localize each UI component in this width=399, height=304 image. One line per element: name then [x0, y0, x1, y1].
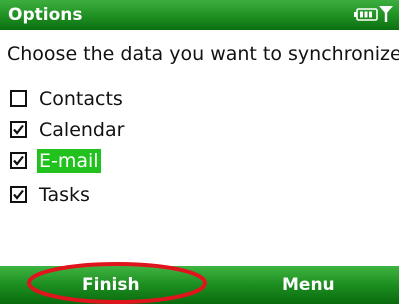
checkbox-contacts[interactable] [10, 90, 27, 107]
title-bar: Options [0, 0, 399, 30]
softkey-bar: Finish Menu [0, 266, 399, 304]
item-label-email: E-mail [37, 149, 101, 173]
signal-antenna-icon [379, 6, 393, 22]
checkmark-icon [13, 124, 24, 135]
checkbox-email[interactable] [10, 152, 27, 169]
checkbox-calendar[interactable] [10, 121, 27, 138]
checkmark-icon [13, 189, 24, 200]
battery-icon [354, 8, 378, 21]
item-label-tasks: Tasks [39, 184, 90, 206]
checkmark-icon [13, 155, 24, 166]
item-label-contacts: Contacts [39, 88, 123, 110]
item-label-calendar: Calendar [39, 119, 125, 141]
finish-softkey[interactable]: Finish [82, 274, 140, 296]
menu-softkey[interactable]: Menu [282, 274, 335, 296]
instruction-text: Choose the data you want to synchronize: [7, 43, 399, 65]
window-title: Options [8, 5, 83, 25]
checkbox-tasks[interactable] [10, 186, 27, 203]
